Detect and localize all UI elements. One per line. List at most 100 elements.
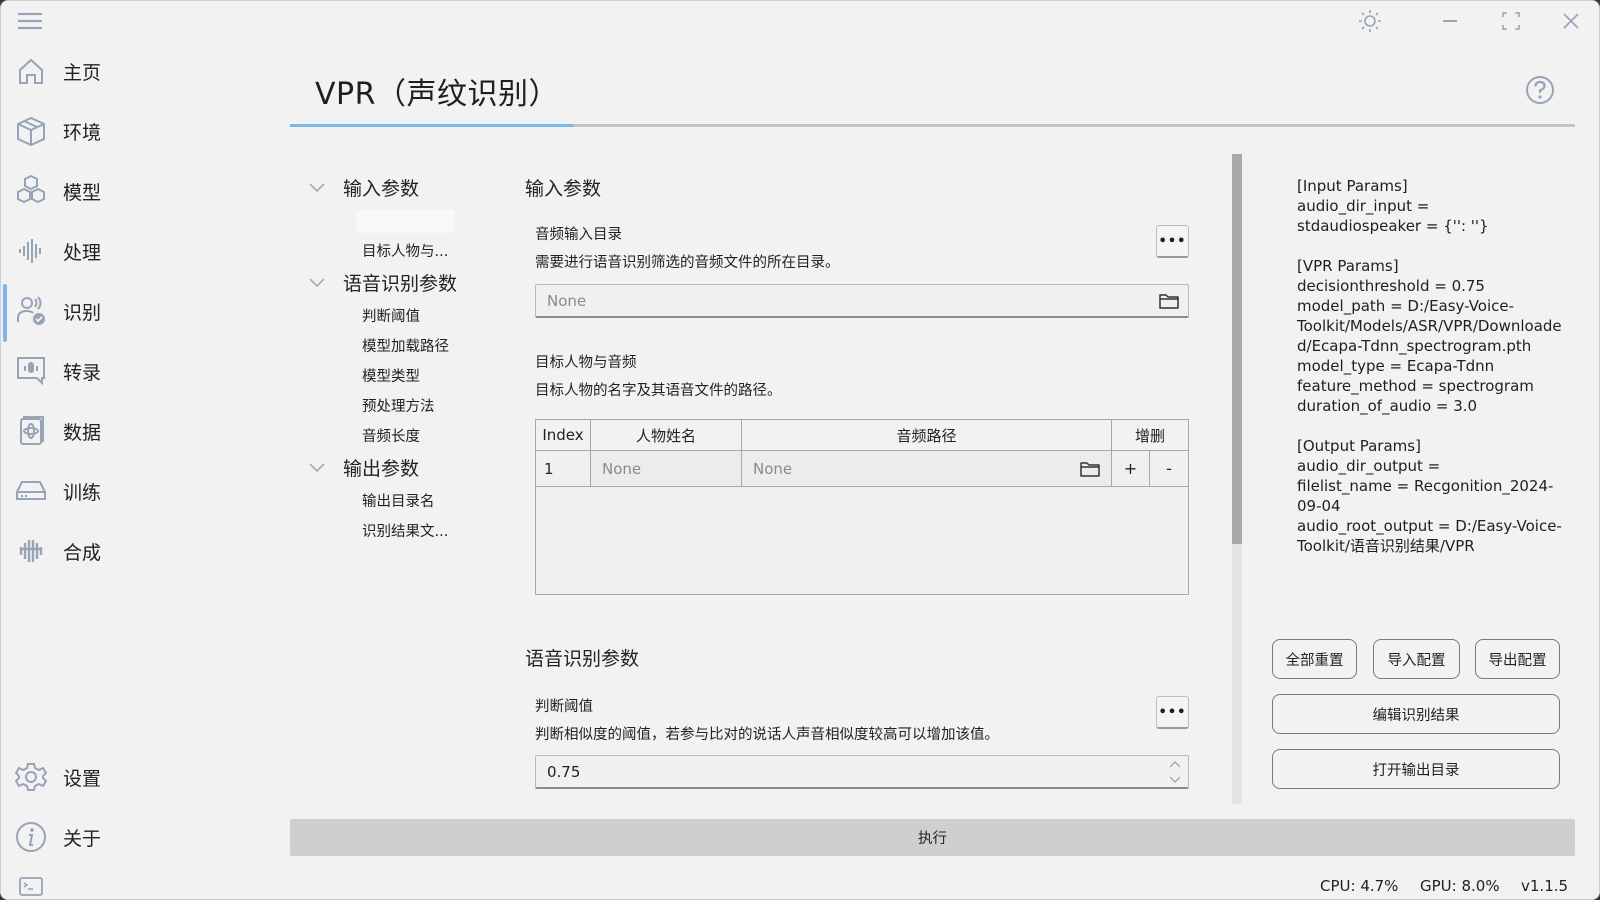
config-line: [VPR Params] xyxy=(1297,257,1399,275)
config-blank-line xyxy=(1297,236,1567,256)
config-line: [Input Params] xyxy=(1297,177,1408,195)
maximize-button[interactable] xyxy=(1496,7,1526,35)
tree-item-model-path[interactable]: 模型加载路径 xyxy=(362,335,449,356)
config-line: audio_root_output = D:/Easy-Voice-Toolki… xyxy=(1297,517,1562,555)
tree-item-model-type[interactable]: 模型类型 xyxy=(362,365,420,386)
sidebar-item-synthesis[interactable]: 合成 xyxy=(1,527,271,575)
tree-group-input[interactable]: 输入参数 xyxy=(307,174,419,201)
theme-toggle-button[interactable] xyxy=(1355,7,1385,35)
sidebar-item-environment[interactable]: 环境 xyxy=(1,107,271,155)
threshold-more-button[interactable]: ••• xyxy=(1156,696,1189,729)
config-line: stdaudiospeaker = {'': ''} xyxy=(1297,217,1489,235)
column-header: Index xyxy=(536,420,591,451)
chevron-down-icon xyxy=(309,277,325,287)
import-config-button[interactable]: 导入配置 xyxy=(1373,639,1460,679)
open-output-dir-button[interactable]: 打开输出目录 xyxy=(1272,749,1560,789)
remove-row-button[interactable]: - xyxy=(1150,451,1188,487)
threshold-label: 判断阈值 xyxy=(535,699,593,715)
folder-icon[interactable] xyxy=(1079,459,1101,479)
sidebar-item-label: 识别 xyxy=(63,301,102,324)
sidebar-item-recognition[interactable]: 识别 xyxy=(1,287,271,335)
config-line: duration_of_audio = 3.0 xyxy=(1297,397,1478,415)
threshold-value: 0.75 xyxy=(547,762,581,781)
scrollbar-thumb[interactable] xyxy=(1232,154,1242,544)
sidebar-item-training[interactable]: 训练 xyxy=(1,467,271,515)
sidebar-item-home[interactable]: 主页 xyxy=(1,47,271,95)
audio-dir-description: 需要进行语音识别筛选的音频文件的所在目录。 xyxy=(535,255,840,271)
folder-icon[interactable] xyxy=(1158,291,1180,311)
minimize-icon xyxy=(1443,20,1457,22)
terminal-icon xyxy=(19,877,43,896)
sidebar-item-label: 环境 xyxy=(63,121,102,144)
voice-recognition-icon xyxy=(14,294,48,328)
terminal-button[interactable] xyxy=(19,877,43,897)
column-header: 增删 xyxy=(1112,420,1188,451)
sidebar-item-label: 合成 xyxy=(63,541,102,564)
tree-item-audio-length[interactable]: 音频长度 xyxy=(362,425,420,446)
speaker-name-input[interactable]: None xyxy=(591,451,742,487)
execute-button[interactable]: 执行 xyxy=(290,819,1575,856)
chevron-up-icon[interactable] xyxy=(1168,758,1182,770)
edit-results-button[interactable]: 编辑识别结果 xyxy=(1272,694,1560,734)
speaker-audio-path-placeholder: None xyxy=(753,459,793,478)
sidebar-item-process[interactable]: 处理 xyxy=(1,227,271,275)
config-line: audio_dir_output = xyxy=(1297,457,1441,475)
audio-dir-input[interactable]: None xyxy=(535,284,1189,318)
help-icon xyxy=(1526,76,1554,104)
cpu-usage: CPU: 4.7% xyxy=(1320,877,1399,895)
sidebar-item-about[interactable]: 关于 xyxy=(1,813,271,861)
threshold-spinbox[interactable]: 0.75 xyxy=(535,755,1189,789)
cubes-icon xyxy=(14,174,48,208)
hamburger-menu-button[interactable] xyxy=(15,9,45,33)
tree-item-preprocess[interactable]: 预处理方法 xyxy=(362,395,435,416)
box-icon xyxy=(14,114,48,148)
export-config-button[interactable]: 导出配置 xyxy=(1475,639,1560,679)
add-row-button[interactable]: + xyxy=(1112,451,1150,487)
speaker-audio-path-input[interactable]: None xyxy=(742,451,1112,487)
minimize-button[interactable] xyxy=(1435,7,1465,35)
waveform-icon xyxy=(14,234,48,268)
app-version: v1.1.5 xyxy=(1521,877,1569,895)
tree-item-output-dir[interactable]: 输出目录名 xyxy=(362,490,435,511)
home-icon xyxy=(14,54,48,88)
tree-group-output[interactable]: 输出参数 xyxy=(307,454,419,481)
reset-all-button[interactable]: 全部重置 xyxy=(1272,639,1357,679)
close-icon xyxy=(1563,13,1579,29)
sidebar-item-label: 模型 xyxy=(63,181,102,204)
config-line: model_type = Ecapa-Tdnn xyxy=(1297,357,1495,375)
config-line: [Output Params] xyxy=(1297,437,1421,455)
sidebar-item-transcribe[interactable]: 转录 xyxy=(1,347,271,395)
threshold-description: 判断相似度的阈值，若参与比对的说话人声音相似度较高可以增加该值。 xyxy=(535,727,999,743)
help-button[interactable] xyxy=(1525,75,1555,105)
sidebar-item-label: 训练 xyxy=(63,481,102,504)
title-bar xyxy=(1,1,1599,41)
sidebar-item-label: 处理 xyxy=(63,241,102,264)
dataset-icon xyxy=(14,414,48,448)
speakers-description: 目标人物的名字及其语音文件的路径。 xyxy=(535,383,782,399)
app-window: 主页 环境 模型 处理 识别 转录 数据 训练 合成 设置 关于 VPR（声纹识… xyxy=(0,0,1600,900)
tree-item-result-file[interactable]: 识别结果文... xyxy=(362,520,448,541)
tree-item-threshold[interactable]: 判断阈值 xyxy=(362,305,420,326)
audio-dir-more-button[interactable]: ••• xyxy=(1156,225,1189,258)
sun-icon xyxy=(1359,10,1381,32)
config-line: feature_method = spectrogram xyxy=(1297,377,1534,395)
close-button[interactable] xyxy=(1556,7,1586,35)
sidebar-item-models[interactable]: 模型 xyxy=(1,167,271,215)
sidebar-item-label: 主页 xyxy=(63,61,102,84)
sidebar-item-data[interactable]: 数据 xyxy=(1,407,271,455)
sidebar-item-label: 转录 xyxy=(63,361,102,384)
sidebar-item-label: 关于 xyxy=(63,827,102,850)
column-header: 人物姓名 xyxy=(591,420,742,451)
sidebar-item-settings[interactable]: 设置 xyxy=(1,753,271,801)
tree-item-target-speakers[interactable]: 目标人物与... xyxy=(362,240,448,261)
tree-item-audio-input-dir[interactable]: 音频输入目录 xyxy=(356,210,455,233)
row-index: 1 xyxy=(536,451,591,487)
config-preview: [Input Params] audio_dir_input = stdaudios… xyxy=(1297,176,1567,556)
synthesis-icon xyxy=(14,534,48,568)
tree-group-label: 输入参数 xyxy=(343,178,420,200)
chevron-down-icon[interactable] xyxy=(1168,774,1182,786)
gpu-usage: GPU: 8.0% xyxy=(1420,877,1500,895)
config-line: audio_dir_input = xyxy=(1297,197,1430,215)
tree-group-vpr[interactable]: 语音识别参数 xyxy=(307,269,457,296)
config-line: filelist_name = Recgonition_2024-09-04 xyxy=(1297,477,1554,515)
